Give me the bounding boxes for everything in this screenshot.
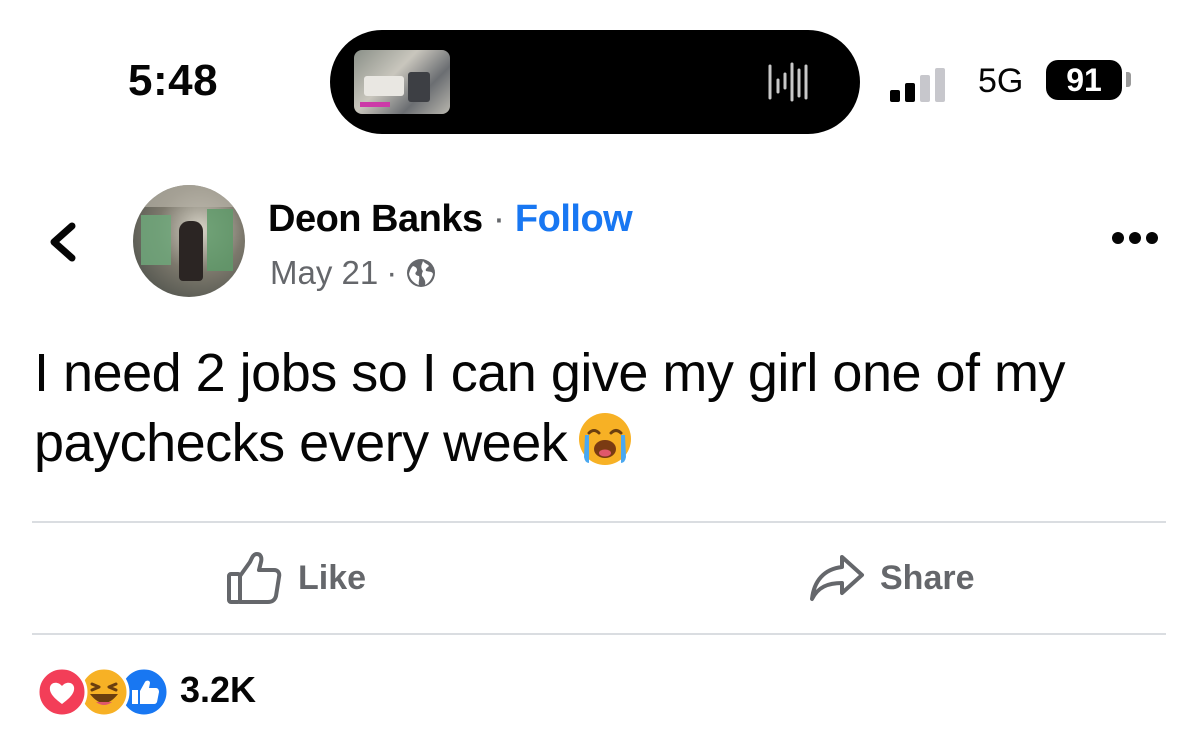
like-button[interactable]: Like <box>226 548 366 608</box>
author-name[interactable]: Deon Banks <box>268 198 483 240</box>
post-body: I need 2 jobs so I can give my girl one … <box>34 343 1066 473</box>
share-arrow-icon <box>810 555 864 601</box>
status-time: 5:48 <box>128 56 219 105</box>
reaction-count[interactable]: 3.2K <box>180 669 256 711</box>
divider-top <box>32 521 1166 523</box>
audio-waveform-icon <box>768 62 808 102</box>
share-button[interactable]: Share <box>808 548 975 608</box>
follow-button[interactable]: Follow <box>515 198 633 240</box>
now-playing-thumbnail <box>354 50 450 114</box>
globe-icon <box>407 259 436 287</box>
reaction-summary[interactable] <box>32 662 172 722</box>
divider-bottom <box>32 633 1166 635</box>
name-separator: · <box>482 198 515 240</box>
avatar[interactable] <box>133 185 245 297</box>
battery-tip <box>1126 72 1131 87</box>
more-options-icon[interactable] <box>1110 228 1160 248</box>
date-separator: · <box>386 254 398 291</box>
cellular-signal-icon <box>890 68 945 102</box>
like-label: Like <box>298 558 367 597</box>
post-author-line: Deon Banks · Follow <box>268 198 633 241</box>
thumbs-up-icon <box>227 552 282 604</box>
dynamic-island[interactable] <box>330 30 860 134</box>
network-type: 5G <box>978 62 1024 100</box>
post-meta: May 21 · <box>270 254 437 292</box>
share-label: Share <box>880 558 975 597</box>
post-date[interactable]: May 21 <box>270 254 378 292</box>
loudly-crying-face-icon <box>579 413 632 465</box>
post-text: I need 2 jobs so I can give my girl one … <box>34 338 1174 478</box>
battery-indicator: 91 <box>1046 60 1122 100</box>
love-reaction-icon <box>36 666 88 718</box>
back-arrow-icon[interactable] <box>42 218 82 266</box>
